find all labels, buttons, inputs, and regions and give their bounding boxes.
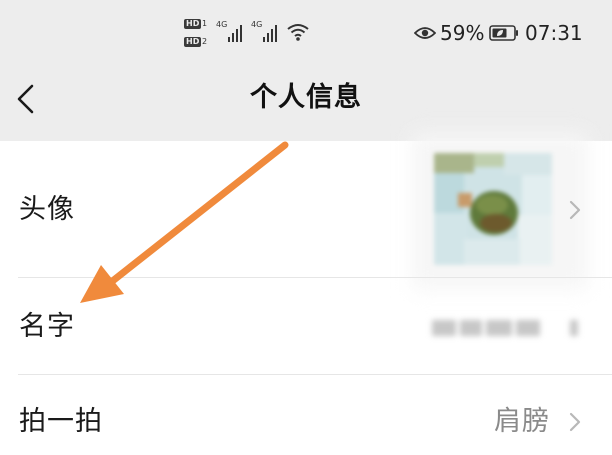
row-label: 拍一拍 <box>19 406 103 437</box>
chevron-right-icon <box>569 412 581 432</box>
list-item-pat[interactable]: 拍一拍 肩膀 <box>0 375 612 455</box>
chevron-right-icon <box>569 200 581 220</box>
top-area: HD HD 1 2 4G 4G 59% 07:31 个人信息 <box>0 0 612 141</box>
eye-icon <box>414 27 436 39</box>
clock: 07:31 <box>525 21 583 45</box>
page-title: 个人信息 <box>250 82 362 113</box>
row-label: 名字 <box>19 311 75 342</box>
hd-icon: HD <box>184 37 202 47</box>
sim-label: 1 <box>202 19 208 28</box>
profile-list: 头像 名字 拍一拍 肩膀 <box>0 133 612 455</box>
name-value-redacted <box>432 316 580 340</box>
signal-type-label: 4G <box>251 20 263 29</box>
list-item-name[interactable]: 名字 <box>0 278 612 375</box>
signal-icon: 4G <box>216 20 246 42</box>
wifi-icon <box>287 24 309 41</box>
battery-icon <box>489 25 518 41</box>
signal-icon: 4G <box>251 20 281 42</box>
battery-percent: 59% <box>440 21 485 45</box>
avatar[interactable] <box>434 153 552 265</box>
row-value: 肩膀 <box>494 406 550 437</box>
hd-icon: HD <box>184 19 202 29</box>
status-bar: HD HD 1 2 4G 4G 59% 07:31 <box>0 0 612 66</box>
title-bar: 个人信息 <box>0 66 612 141</box>
list-item-avatar[interactable]: 头像 <box>0 133 612 289</box>
sim-label: 2 <box>202 37 208 46</box>
row-label: 头像 <box>19 194 75 225</box>
signal-type-label: 4G <box>216 20 228 29</box>
